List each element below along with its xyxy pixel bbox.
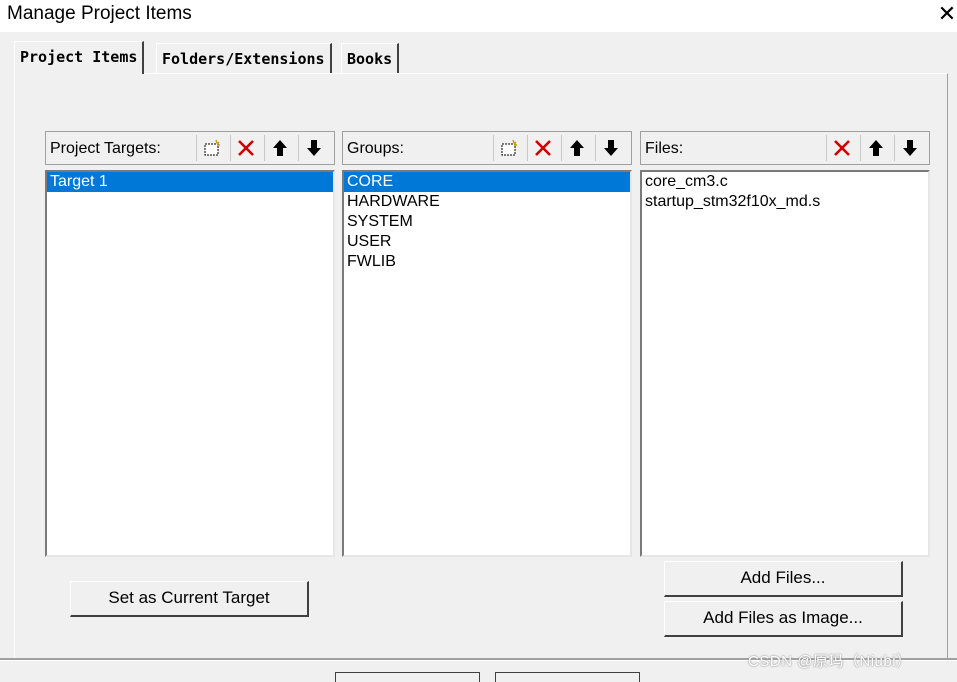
delete-target-button[interactable] bbox=[230, 135, 260, 161]
watermark: CSDN @原玛（Niubi） bbox=[748, 653, 912, 670]
move-up-icon bbox=[569, 140, 584, 156]
targets-list[interactable]: Target 1 bbox=[45, 170, 335, 557]
targets-header: Project Targets: bbox=[45, 131, 335, 165]
delete-icon bbox=[534, 140, 551, 156]
move-up-group-button[interactable] bbox=[561, 135, 591, 161]
groups-header: Groups: bbox=[342, 131, 632, 165]
new-icon bbox=[204, 139, 220, 156]
targets-header-label: Project Targets: bbox=[50, 140, 161, 157]
tab-project-items[interactable]: Project Items bbox=[14, 41, 145, 74]
tab-folders-extensions[interactable]: Folders/Extensions bbox=[156, 43, 332, 73]
delete-icon bbox=[833, 140, 850, 156]
close-icon[interactable]: ✕ bbox=[935, 2, 957, 26]
window-title: Manage Project Items bbox=[7, 3, 192, 24]
move-down-target-button[interactable] bbox=[298, 135, 328, 161]
list-item-group-system[interactable]: SYSTEM bbox=[344, 212, 630, 232]
list-item-group-fwlib[interactable]: FWLIB bbox=[344, 252, 630, 272]
list-item-group-user[interactable]: USER bbox=[344, 232, 630, 252]
move-down-icon bbox=[306, 140, 321, 156]
new-icon bbox=[501, 139, 517, 156]
cancel-button-partial[interactable] bbox=[495, 672, 640, 682]
list-item-file[interactable]: startup_stm32f10x_md.s bbox=[642, 192, 928, 212]
move-up-icon bbox=[868, 140, 883, 156]
move-down-icon bbox=[902, 140, 917, 156]
files-list[interactable]: core_cm3.c startup_stm32f10x_md.s bbox=[640, 170, 930, 557]
list-item-group-core[interactable]: CORE bbox=[344, 172, 630, 192]
add-files-button[interactable]: Add Files... bbox=[664, 561, 903, 597]
groups-header-label: Groups: bbox=[347, 140, 404, 157]
move-down-file-button[interactable] bbox=[894, 135, 924, 161]
tab-books[interactable]: Books bbox=[341, 43, 400, 73]
move-up-icon bbox=[272, 140, 287, 156]
files-header-label: Files: bbox=[645, 140, 684, 157]
set-current-target-button[interactable]: Set as Current Target bbox=[70, 581, 309, 617]
add-files-as-image-button[interactable]: Add Files as Image... bbox=[664, 601, 903, 637]
list-item-target[interactable]: Target 1 bbox=[47, 172, 333, 192]
move-down-icon bbox=[603, 140, 618, 156]
new-target-button[interactable] bbox=[196, 135, 226, 161]
ok-button-partial[interactable] bbox=[335, 672, 480, 682]
list-item-file[interactable]: core_cm3.c bbox=[642, 172, 928, 192]
move-up-file-button[interactable] bbox=[860, 135, 890, 161]
new-group-button[interactable] bbox=[493, 135, 523, 161]
delete-group-button[interactable] bbox=[527, 135, 557, 161]
list-item-group-hardware[interactable]: HARDWARE bbox=[344, 192, 630, 212]
move-up-target-button[interactable] bbox=[264, 135, 294, 161]
move-down-group-button[interactable] bbox=[595, 135, 625, 161]
delete-file-button[interactable] bbox=[826, 135, 856, 161]
delete-icon bbox=[237, 140, 254, 156]
files-header: Files: bbox=[640, 131, 930, 165]
groups-list[interactable]: CORE HARDWARE SYSTEM USER FWLIB bbox=[342, 170, 632, 557]
